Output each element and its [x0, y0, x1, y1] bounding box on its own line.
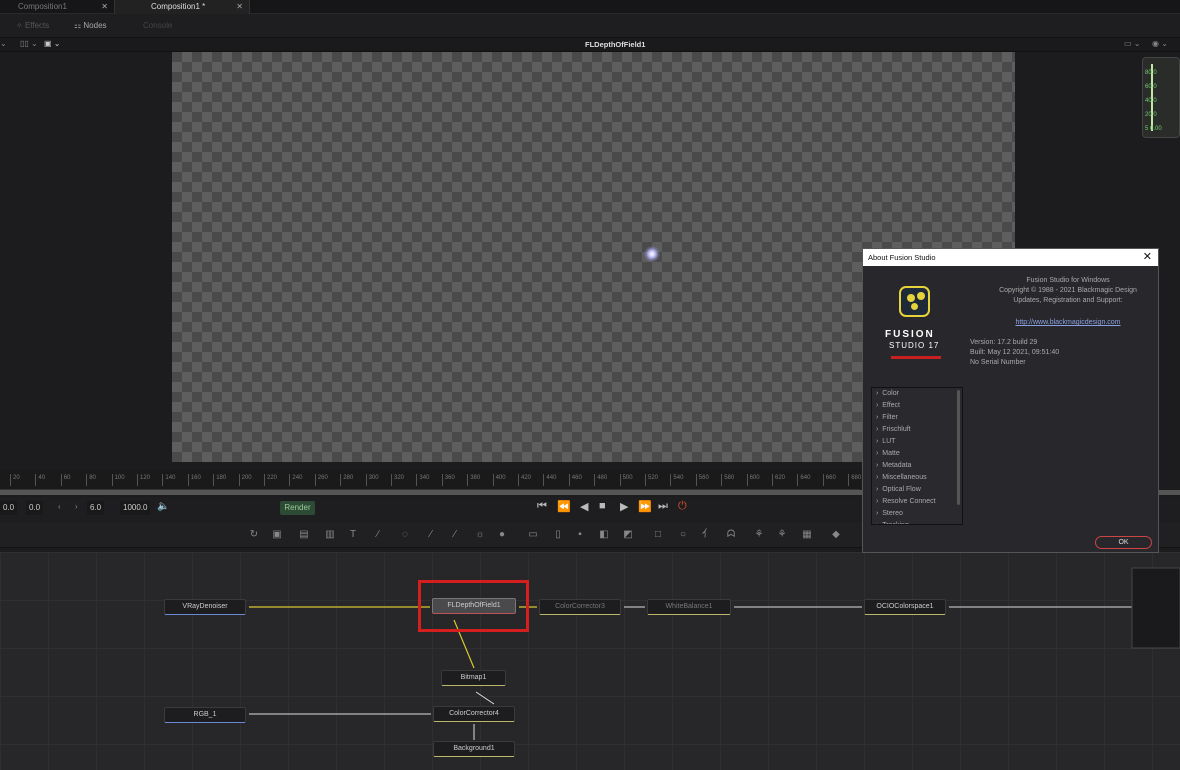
plugin-category[interactable]: › Metadata: [872, 460, 962, 472]
plugin-category-label: Color: [882, 390, 899, 397]
plugin-category-label: Frischluft: [882, 426, 911, 433]
node-colorcorrector3[interactable]: ColorCorrector3: [539, 599, 621, 615]
node-colorcorrector4[interactable]: ColorCorrector4: [433, 706, 515, 722]
plugin-category[interactable]: › Stereo: [872, 508, 962, 520]
plugin-category-label: Tracking: [882, 522, 909, 524]
build-date-text: Built: May 12 2021, 09:51:40: [970, 349, 1060, 356]
plugin-category-label: Miscellaneous: [882, 474, 927, 481]
copyright-text: Copyright © 1988 - 2021 Blackmagic Desig…: [999, 287, 1137, 294]
serial-text: No Serial Number: [970, 359, 1026, 366]
plugin-category-label: Matte: [882, 450, 900, 457]
plugin-category[interactable]: › Filter: [872, 412, 962, 424]
node-rgb1[interactable]: RGB_1: [164, 707, 246, 723]
node-whitebalance1[interactable]: WhiteBalance1: [647, 599, 731, 615]
plugin-category[interactable]: › Miscellaneous: [872, 472, 962, 484]
plugin-category[interactable]: › Tracking: [872, 520, 962, 524]
node-bitmap1[interactable]: Bitmap1: [441, 670, 506, 686]
wire-cc4-bitmap: [475, 691, 495, 705]
plugin-category[interactable]: › Resolve Connect: [872, 496, 962, 508]
ok-button[interactable]: OK: [1095, 536, 1152, 549]
logo-text: FUSION: [885, 329, 935, 340]
plugin-category[interactable]: › Effect: [872, 400, 962, 412]
node-navigator: [1131, 567, 1180, 649]
highlight-box: [418, 580, 529, 632]
node-vraydenoiser[interactable]: VRayDenoiser: [164, 599, 246, 615]
plugin-category-label: Effect: [882, 402, 901, 409]
scrollbar[interactable]: [957, 390, 960, 505]
product-name: Fusion Studio for Windows: [1026, 277, 1110, 284]
node-ociocolorspace1[interactable]: OCIOColorspace1: [864, 599, 946, 615]
support-text: Updates, Registration and Support:: [1013, 297, 1123, 304]
website-link[interactable]: http://www.blackmagicdesign.com: [973, 318, 1163, 328]
plugin-category[interactable]: › Optical Flow: [872, 484, 962, 496]
plugin-category-label: Metadata: [882, 462, 912, 469]
logo-subtext: STUDIO 17: [889, 341, 940, 350]
version-text: Version: 17.2 build 29: [970, 339, 1038, 346]
plugin-category-label: Filter: [882, 414, 898, 421]
plugin-category-label: Stereo: [882, 510, 903, 517]
plugin-category[interactable]: › LUT: [872, 436, 962, 448]
dialog-title: About Fusion Studio: [868, 253, 936, 262]
dialog-titlebar: About Fusion Studio ✕: [863, 249, 1158, 266]
close-icon[interactable]: ✕: [1143, 249, 1152, 266]
plugin-category-label: Resolve Connect: [882, 498, 936, 505]
node-background1[interactable]: Background1: [433, 741, 515, 757]
fusion-logo-icon: [899, 286, 930, 317]
plugin-list[interactable]: › Color › Effect › Filter › Frischluft › LUT…: [871, 387, 963, 525]
logo-underline: [891, 356, 941, 359]
plugin-category-label: Optical Flow: [882, 486, 921, 493]
plugin-category[interactable]: › Matte: [872, 448, 962, 460]
plugin-category[interactable]: › Color: [872, 388, 962, 400]
plugin-category[interactable]: › Frischluft: [872, 424, 962, 436]
plugin-category-label: LUT: [882, 438, 896, 445]
about-dialog: About Fusion Studio ✕ FUSION STUDIO 17 Fu…: [862, 248, 1159, 553]
